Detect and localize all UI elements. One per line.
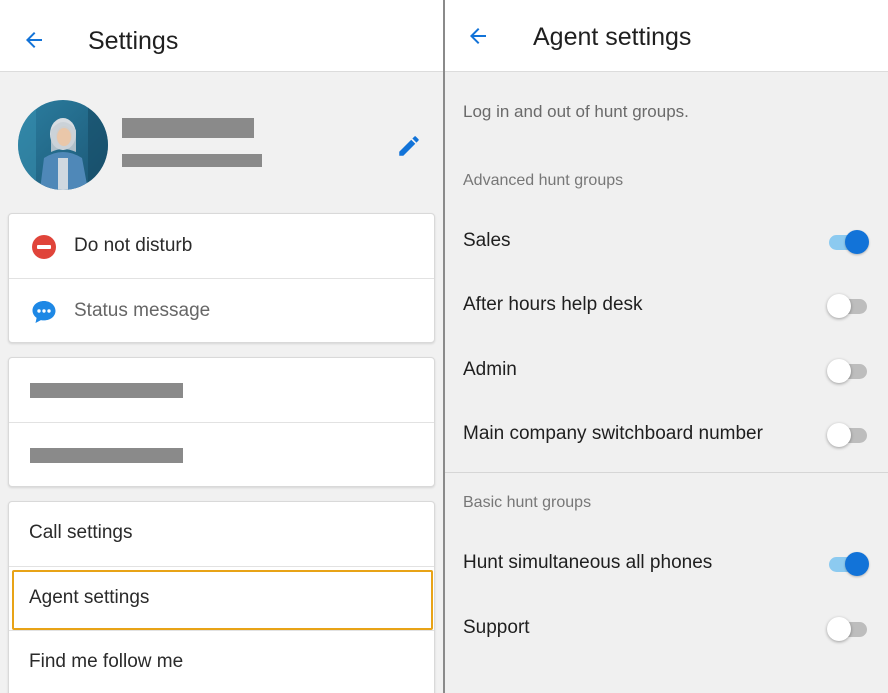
hunt-group-label: Admin [463, 359, 517, 380]
section-divider [445, 472, 888, 473]
profile-header [0, 72, 443, 212]
hunt-group-label: After hours help desk [463, 294, 643, 315]
menu-item-find-me-follow-me[interactable]: Find me follow me [9, 630, 434, 693]
agent-settings-description: Log in and out of hunt groups. [463, 102, 689, 121]
hunt-group-label: Main company switchboard number [463, 423, 763, 444]
hunt-group-main-company-switchboard[interactable]: Main company switchboard number [445, 403, 888, 467]
menu-item-label: Call settings [29, 522, 133, 543]
hunt-group-support[interactable]: Support [445, 597, 888, 661]
page-title: Agent settings [533, 23, 692, 51]
status-card: Do not disturb Status message [8, 213, 435, 343]
hunt-group-toggle[interactable] [827, 551, 869, 577]
settings-pane: Settings Do not disturb Status message C… [0, 0, 443, 693]
hunt-group-label: Hunt simultaneous all phones [463, 552, 713, 573]
agent-settings-pane: Agent settings Log in and out of hunt gr… [445, 0, 888, 693]
settings-app-bar: Settings [0, 0, 443, 72]
status-message-row[interactable]: Status message [9, 278, 434, 342]
redacted-name [122, 118, 254, 138]
settings-menu-card: Call settings Agent settings Find me fol… [8, 501, 435, 693]
hunt-group-toggle[interactable] [827, 229, 869, 255]
do-not-disturb-row[interactable]: Do not disturb [9, 214, 434, 278]
hunt-group-hunt-simultaneous[interactable]: Hunt simultaneous all phones [445, 532, 888, 596]
redacted-row[interactable] [9, 422, 434, 486]
arrow-left-icon[interactable] [22, 28, 46, 52]
redacted-card [8, 357, 435, 487]
hunt-group-label: Sales [463, 230, 511, 251]
menu-item-label: Agent settings [29, 587, 150, 608]
redacted-text [30, 448, 183, 463]
advanced-hunt-groups-heading: Advanced hunt groups [463, 172, 624, 189]
basic-hunt-groups-heading: Basic hunt groups [463, 494, 592, 511]
page-title: Settings [88, 27, 179, 55]
do-not-disturb-icon [32, 235, 56, 259]
hunt-group-admin[interactable]: Admin [445, 339, 888, 403]
hunt-group-sales[interactable]: Sales [445, 210, 888, 274]
menu-item-call-settings[interactable]: Call settings [9, 502, 434, 566]
menu-item-agent-settings[interactable]: Agent settings [9, 566, 434, 630]
chat-bubble-icon [32, 301, 56, 323]
menu-item-label: Find me follow me [29, 651, 184, 672]
redacted-text [30, 383, 183, 398]
pencil-icon[interactable] [396, 133, 422, 159]
hunt-group-toggle[interactable] [827, 358, 869, 384]
avatar[interactable] [18, 100, 108, 190]
hunt-group-toggle[interactable] [827, 293, 869, 319]
redacted-email [122, 154, 262, 167]
arrow-left-icon[interactable] [466, 24, 490, 48]
status-message-label: Status message [74, 300, 211, 321]
hunt-group-label: Support [463, 617, 530, 638]
redacted-row[interactable] [9, 358, 434, 422]
do-not-disturb-label: Do not disturb [74, 235, 193, 256]
hunt-group-after-hours-help-desk[interactable]: After hours help desk [445, 274, 888, 338]
agent-settings-app-bar: Agent settings [445, 0, 888, 72]
hunt-group-toggle[interactable] [827, 422, 869, 448]
hunt-group-toggle[interactable] [827, 616, 869, 642]
